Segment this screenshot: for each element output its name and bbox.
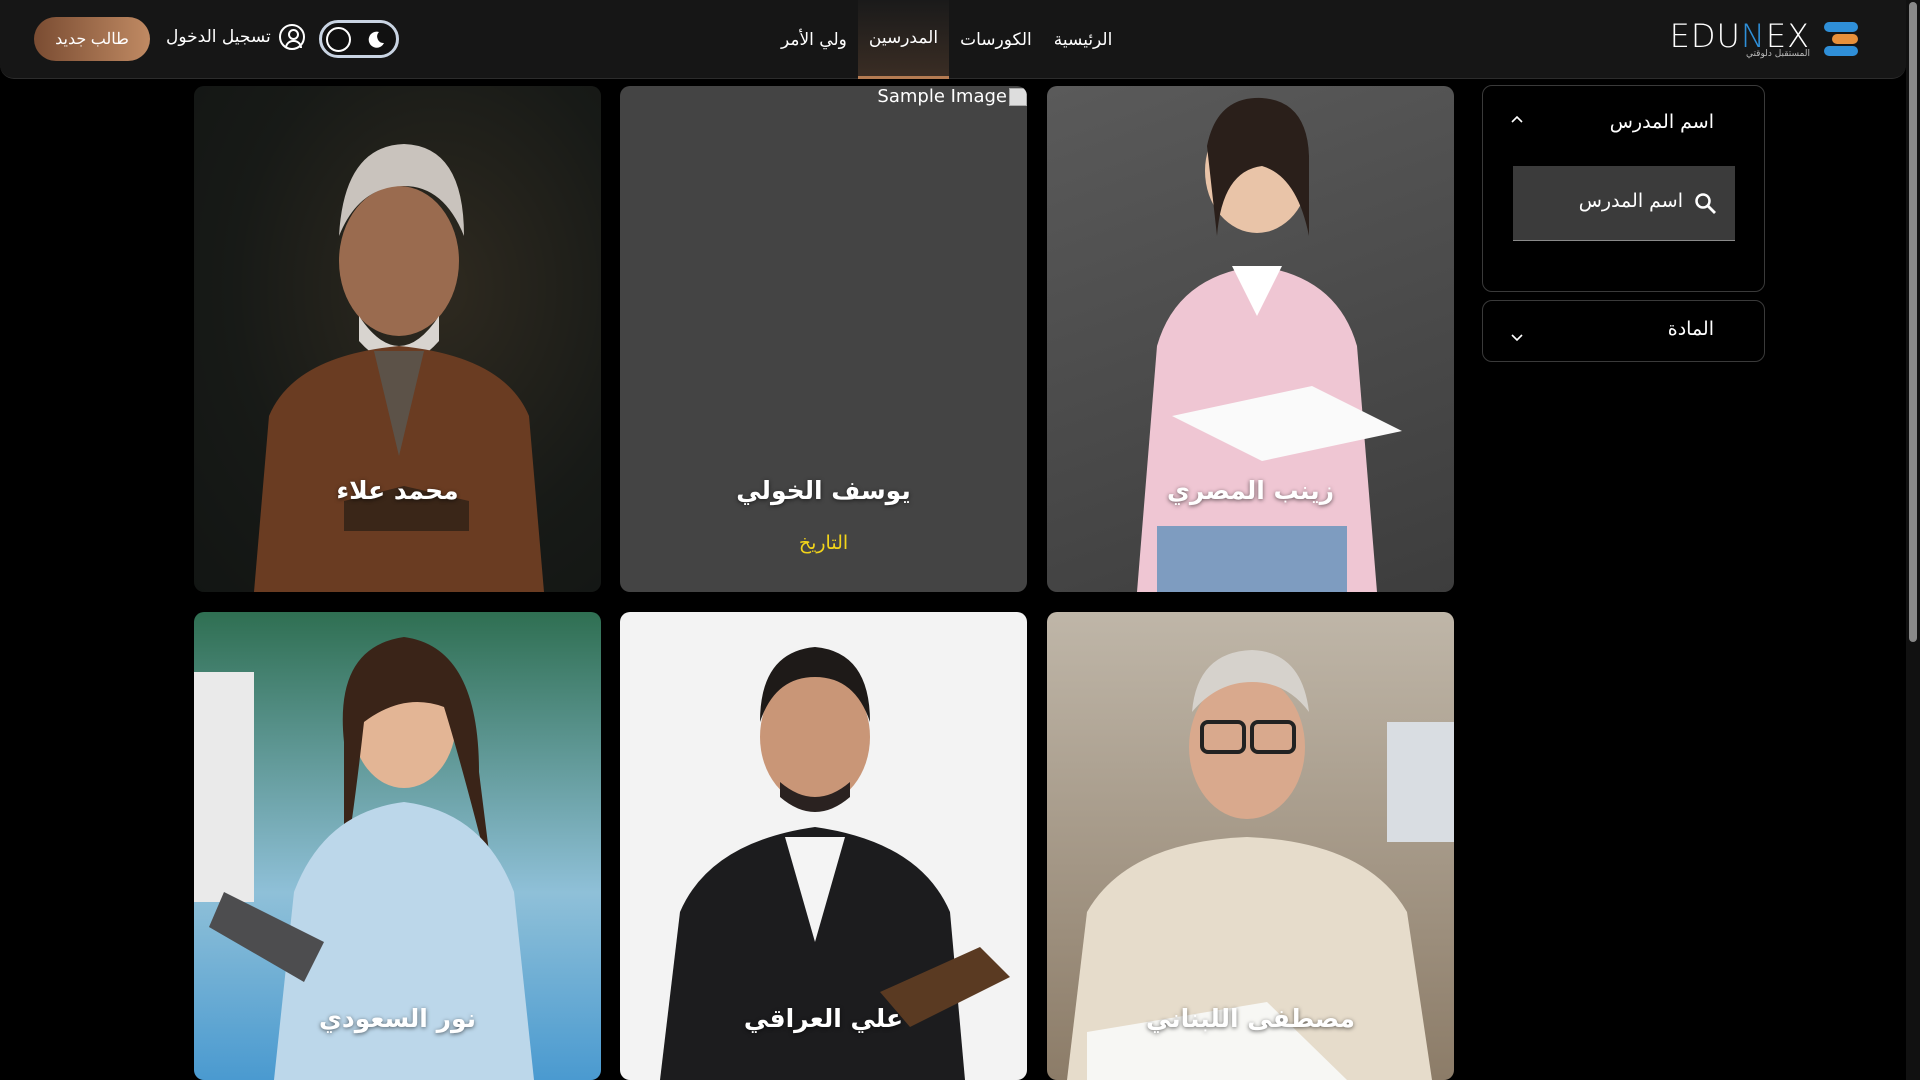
moon-icon xyxy=(368,31,384,48)
subject-filter[interactable]: المادة xyxy=(1482,300,1765,362)
nav-teachers[interactable]: المدرسين xyxy=(857,0,950,79)
top-navbar: EDUNEX المستقبل دلوقتي الرئيسية الكورسات… xyxy=(0,0,1906,79)
filter-title-subject: المادة xyxy=(1667,318,1714,340)
search-placeholder: اسم المدرس xyxy=(1578,190,1683,212)
broken-image-placeholder: Sample Image xyxy=(877,86,1027,107)
chevron-up-icon[interactable] xyxy=(1511,114,1523,126)
nav-parent[interactable]: ولي الأمر xyxy=(770,0,858,79)
broken-image-icon xyxy=(1009,87,1027,106)
page-scrollbar[interactable] xyxy=(1906,0,1920,1080)
teacher-name: محمد علاء xyxy=(336,476,459,505)
main-nav: الرئيسية الكورسات المدرسين ولي الأمر xyxy=(770,0,1123,79)
teacher-card[interactable]: Sample Image يوسف الخولي التاريخ xyxy=(620,86,1027,592)
teacher-card[interactable]: علي العراقي xyxy=(620,612,1027,1080)
brand-mark-icon xyxy=(1822,20,1858,56)
chevron-down-icon[interactable] xyxy=(1511,331,1523,343)
scrollbar-thumb[interactable] xyxy=(1909,2,1917,642)
brand-tagline: المستقبل دلوقتي xyxy=(1745,49,1810,59)
teacher-name-filter: اسم المدرس اسم المدرس xyxy=(1482,85,1765,292)
teacher-card[interactable]: زينب المصري xyxy=(1047,86,1454,592)
teacher-card[interactable]: نور السعودي xyxy=(194,612,601,1080)
teacher-photo xyxy=(194,86,601,592)
teacher-card[interactable]: مصطفى اللبناني xyxy=(1047,612,1454,1080)
teacher-card[interactable]: محمد علاء xyxy=(194,86,601,592)
login-link[interactable]: تسجيل الدخول xyxy=(166,24,305,50)
teacher-subject: التاريخ xyxy=(798,532,849,554)
new-student-button[interactable]: طالب جديد xyxy=(34,17,150,61)
teacher-name: علي العراقي xyxy=(743,1004,904,1033)
user-circle-icon xyxy=(278,24,305,50)
teacher-name: مصطفى اللبناني xyxy=(1145,1004,1356,1033)
brand-logo[interactable]: EDUNEX المستقبل دلوقتي xyxy=(1668,17,1858,61)
filter-title-teacher-name: اسم المدرس xyxy=(1609,111,1714,133)
teacher-search-input[interactable]: اسم المدرس xyxy=(1513,166,1735,241)
image-alt-text: Sample Image xyxy=(877,86,1007,107)
login-label: تسجيل الدخول xyxy=(166,27,271,47)
teacher-name: زينب المصري xyxy=(1167,476,1334,505)
teacher-name: يوسف الخولي xyxy=(736,476,911,505)
nav-home[interactable]: الرئيسية xyxy=(1043,0,1124,79)
theme-toggle[interactable] xyxy=(319,20,399,58)
toggle-knob xyxy=(326,27,351,52)
teacher-photo xyxy=(1137,97,1402,592)
search-icon xyxy=(1695,193,1716,214)
teacher-name: نور السعودي xyxy=(318,1004,477,1033)
nav-courses[interactable]: الكورسات xyxy=(949,0,1043,79)
